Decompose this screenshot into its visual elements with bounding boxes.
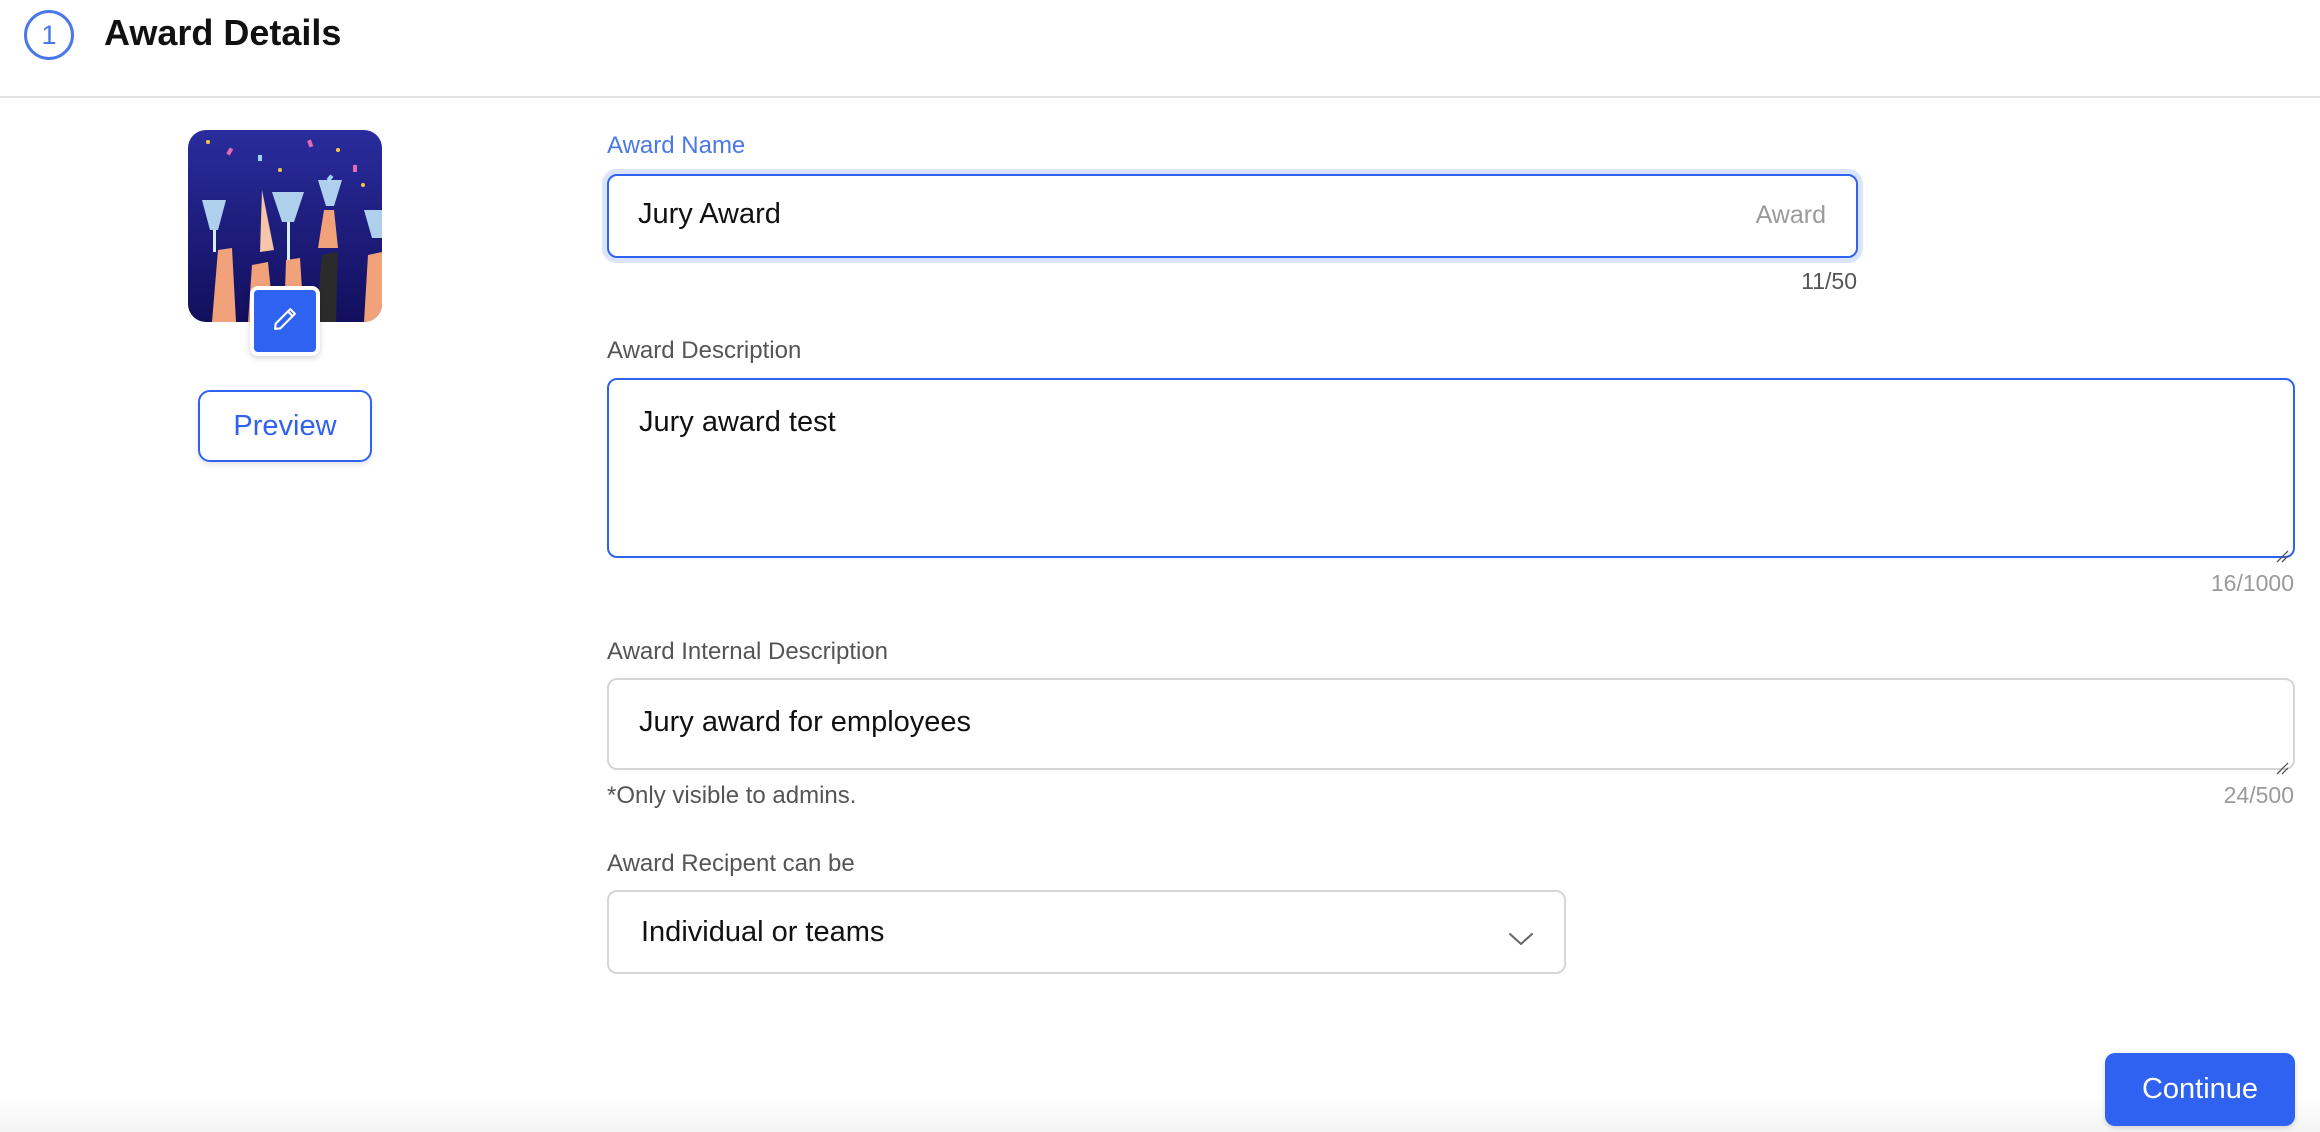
- award-recipient-selected: Individual or teams: [641, 916, 885, 948]
- footer-bar: [0, 1096, 2320, 1132]
- award-name-value: Jury Award: [638, 198, 781, 230]
- resize-handle-icon[interactable]: [2275, 750, 2289, 775]
- pencil-icon: [271, 305, 299, 338]
- award-internal-description-textarea[interactable]: Jury award for employees: [607, 678, 2295, 775]
- award-internal-description-label: Award Internal Description: [607, 638, 889, 665]
- award-name-input[interactable]: Jury Award Award: [607, 174, 1858, 258]
- award-name-label: Award Name: [607, 132, 746, 159]
- award-description-textarea[interactable]: Jury award test: [607, 378, 2295, 563]
- award-internal-description-counter: 24/500: [2223, 782, 2294, 808]
- award-description-counter: 16/1000: [2210, 570, 2294, 596]
- step-indicator: 1: [24, 10, 74, 60]
- award-description-label: Award Description: [607, 337, 802, 364]
- award-internal-description-value: Jury award for employees: [639, 706, 972, 738]
- admin-visibility-hint: *Only visible to admins.: [607, 782, 857, 809]
- page-title: Award Details: [104, 12, 342, 53]
- award-name-counter: 11/50: [1801, 268, 1857, 294]
- chevron-down-icon: [1508, 922, 1534, 955]
- award-description-value: Jury award test: [639, 406, 836, 438]
- resize-handle-icon[interactable]: [2275, 538, 2289, 563]
- page-header: 1 Award Details: [0, 0, 2320, 98]
- award-recipient-select[interactable]: Individual or teams: [607, 890, 1566, 974]
- edit-image-button[interactable]: [250, 286, 320, 356]
- award-recipient-label: Award Recipent can be: [607, 850, 855, 877]
- award-name-suffix: Award: [1755, 201, 1826, 229]
- preview-button[interactable]: Preview: [198, 390, 372, 462]
- continue-button[interactable]: Continue: [2105, 1053, 2295, 1126]
